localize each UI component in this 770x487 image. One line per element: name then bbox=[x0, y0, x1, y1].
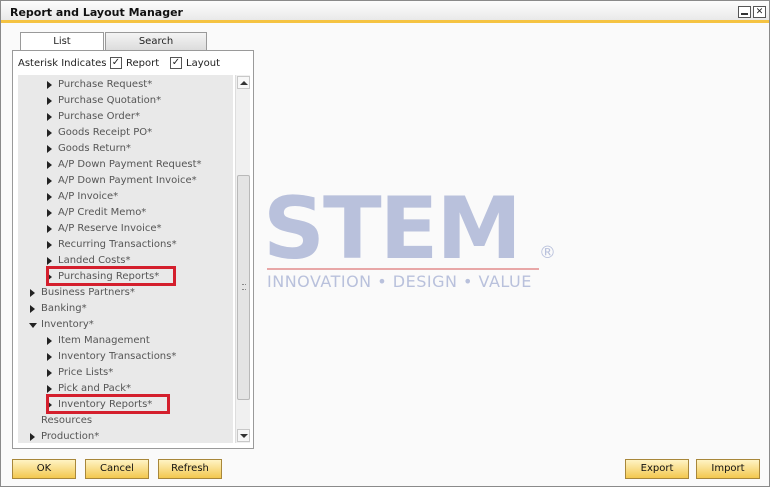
tree-item[interactable]: Goods Return* bbox=[18, 141, 233, 157]
tree-item-label: Goods Receipt PO* bbox=[58, 127, 153, 138]
tree-item[interactable]: A/P Down Payment Request* bbox=[18, 157, 233, 173]
highlight-box bbox=[46, 266, 176, 286]
scroll-up-icon[interactable] bbox=[237, 76, 250, 89]
tree-item[interactable]: Banking* bbox=[18, 301, 233, 317]
cancel-button[interactable]: Cancel bbox=[85, 459, 149, 479]
tree-item[interactable]: Recurring Transactions* bbox=[18, 237, 233, 253]
tree-item-label: A/P Down Payment Request* bbox=[58, 159, 202, 170]
close-icon: ✕ bbox=[755, 7, 764, 17]
expand-arrow-icon[interactable] bbox=[30, 289, 35, 297]
tree-item[interactable]: Item Management bbox=[18, 333, 233, 349]
close-button[interactable]: ✕ bbox=[753, 6, 766, 18]
minimize-button[interactable] bbox=[738, 6, 751, 18]
tree-scrollbar[interactable] bbox=[235, 75, 250, 443]
tree-item[interactable]: Purchase Request* bbox=[18, 77, 233, 93]
expand-arrow-icon[interactable] bbox=[47, 97, 52, 105]
report-layout-manager-window: Report and Layout Manager ✕ List Search … bbox=[0, 0, 770, 487]
import-button[interactable]: Import bbox=[696, 459, 760, 479]
report-checkbox[interactable]: ✓ bbox=[110, 57, 122, 69]
minimize-icon bbox=[741, 13, 748, 15]
grip-icon bbox=[242, 284, 246, 290]
stem-watermark-logo: STEM ® INNOVATION • DESIGN • VALUE bbox=[263, 186, 563, 296]
tree-item-label: A/P Down Payment Invoice* bbox=[58, 175, 197, 186]
expand-arrow-icon[interactable] bbox=[47, 353, 52, 361]
highlight-box bbox=[46, 394, 170, 414]
refresh-button[interactable]: Refresh bbox=[158, 459, 222, 479]
tab-search-label: Search bbox=[138, 36, 174, 47]
tree-item[interactable]: A/P Reserve Invoice* bbox=[18, 221, 233, 237]
tree-item[interactable]: Inventory* bbox=[18, 317, 233, 333]
tree-item-label: A/P Invoice* bbox=[58, 191, 119, 202]
expand-arrow-icon[interactable] bbox=[47, 161, 52, 169]
tree-item-label: A/P Reserve Invoice* bbox=[58, 223, 162, 234]
tree-item-label: Inventory* bbox=[41, 319, 94, 330]
tree-item-label: Inventory Transactions* bbox=[58, 351, 177, 362]
tree-item[interactable]: Price Lists* bbox=[18, 365, 233, 381]
expand-arrow-icon[interactable] bbox=[30, 433, 35, 441]
tree-item[interactable]: A/P Down Payment Invoice* bbox=[18, 173, 233, 189]
tree-item[interactable]: Purchase Order* bbox=[18, 109, 233, 125]
tree-item[interactable]: Purchase Quotation* bbox=[18, 93, 233, 109]
tab-list[interactable]: List bbox=[20, 32, 104, 51]
report-checkbox-label: Report bbox=[126, 58, 160, 69]
expand-arrow-icon[interactable] bbox=[47, 337, 52, 345]
tree-item-label: Price Lists* bbox=[58, 367, 114, 378]
expand-arrow-icon[interactable] bbox=[47, 385, 52, 393]
tree-item[interactable]: A/P Credit Memo* bbox=[18, 205, 233, 221]
logo-tagline: INNOVATION • DESIGN • VALUE bbox=[267, 272, 532, 291]
tree-item-label: Goods Return* bbox=[58, 143, 131, 154]
tree-item-label: Recurring Transactions* bbox=[58, 239, 177, 250]
expand-arrow-icon[interactable] bbox=[47, 177, 52, 185]
export-button[interactable]: Export bbox=[625, 459, 689, 479]
logo-wordmark: STEM bbox=[263, 179, 522, 279]
tree-item-label: Production* bbox=[41, 431, 100, 442]
expand-arrow-icon[interactable] bbox=[47, 257, 52, 265]
tree-item[interactable]: Business Partners* bbox=[18, 285, 233, 301]
registered-mark: ® bbox=[539, 243, 556, 263]
layout-checkbox[interactable]: ✓ bbox=[170, 57, 182, 69]
expand-arrow-icon[interactable] bbox=[47, 369, 52, 377]
tree-item[interactable]: Inventory Transactions* bbox=[18, 349, 233, 365]
tree-item-label: Resources bbox=[41, 415, 93, 426]
expand-arrow-icon[interactable] bbox=[47, 193, 52, 201]
tree-item-label: Business Partners* bbox=[41, 287, 135, 298]
tree-item-label: Banking* bbox=[41, 303, 87, 314]
tree-item[interactable]: Goods Receipt PO* bbox=[18, 125, 233, 141]
tree-item-label: A/P Credit Memo* bbox=[58, 207, 147, 218]
tree-item-label: Purchase Order* bbox=[58, 111, 141, 122]
tab-search[interactable]: Search bbox=[105, 32, 207, 50]
layout-checkbox-label: Layout bbox=[186, 58, 220, 69]
list-panel: Asterisk Indicates ✓ Report ✓ Layout Pur… bbox=[12, 50, 254, 449]
ok-button[interactable]: OK bbox=[12, 459, 76, 479]
tree-item[interactable]: Resources bbox=[18, 413, 233, 429]
title-bar: Report and Layout Manager ✕ bbox=[1, 1, 769, 23]
expand-arrow-icon[interactable] bbox=[47, 81, 52, 89]
tab-list-label: List bbox=[53, 36, 71, 47]
logo-divider bbox=[267, 268, 539, 270]
tree-item-label: Item Management bbox=[58, 335, 150, 346]
expand-arrow-icon[interactable] bbox=[47, 241, 52, 249]
tree-item[interactable]: Production* bbox=[18, 429, 233, 443]
window-title: Report and Layout Manager bbox=[10, 6, 183, 19]
scroll-thumb[interactable] bbox=[237, 175, 250, 400]
tree-item[interactable]: A/P Invoice* bbox=[18, 189, 233, 205]
expand-arrow-icon[interactable] bbox=[47, 129, 52, 137]
expand-arrow-icon[interactable] bbox=[47, 145, 52, 153]
expand-arrow-icon[interactable] bbox=[47, 225, 52, 233]
expand-arrow-icon[interactable] bbox=[47, 209, 52, 217]
asterisk-indicates-label: Asterisk Indicates bbox=[18, 58, 107, 69]
collapse-arrow-icon[interactable] bbox=[29, 323, 37, 328]
expand-arrow-icon[interactable] bbox=[30, 305, 35, 313]
scroll-down-icon[interactable] bbox=[237, 429, 250, 442]
tree-item-label: Purchase Request* bbox=[58, 79, 153, 90]
module-tree: Purchase Request* Purchase Quotation* Purc… bbox=[18, 75, 233, 443]
expand-arrow-icon[interactable] bbox=[47, 113, 52, 121]
tree-item-label: Purchase Quotation* bbox=[58, 95, 162, 106]
